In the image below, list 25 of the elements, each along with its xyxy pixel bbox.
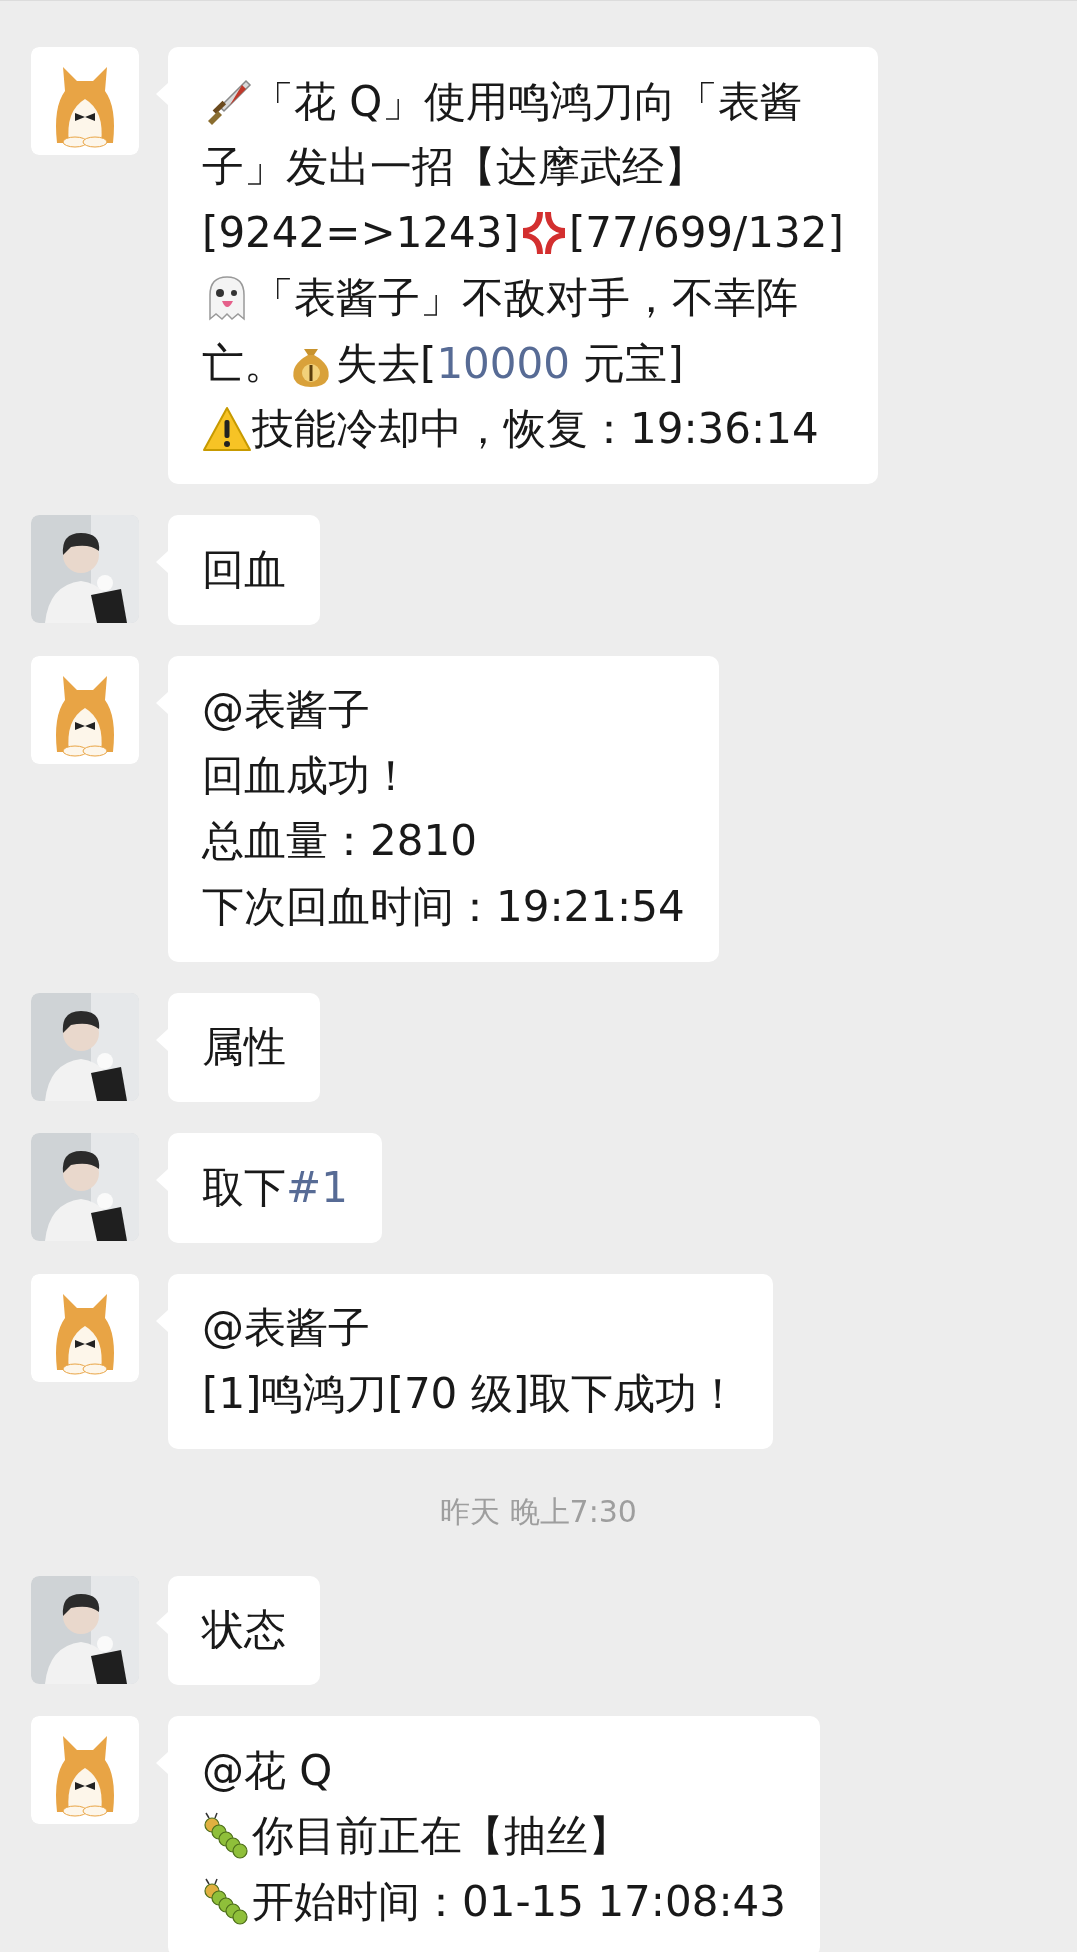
message-text: 失去[ — [336, 338, 437, 389]
message-text: [1]鸣鸿刀[70 级]取下成功！ — [202, 1368, 740, 1419]
message-text: 回血成功！ — [202, 750, 412, 801]
link[interactable]: #1 — [286, 1162, 348, 1213]
message-text: 取下 — [202, 1162, 286, 1213]
timestamp: 昨天 晚上7:30 — [440, 1492, 637, 1531]
message-text: @表酱子 — [202, 685, 370, 736]
message-text: [77/699/132] — [568, 207, 844, 258]
message-text: 技能冷却中，恢复：19:36:14 — [252, 404, 819, 455]
link[interactable]: 10000 — [436, 338, 570, 389]
message-text: @表酱子 — [202, 1303, 370, 1354]
message-text: [9242=>1243] — [202, 207, 519, 258]
message-text: 子」发出一招【达摩武经】 — [202, 142, 706, 193]
message-text: 状态 — [202, 1605, 286, 1656]
message-text: 你目前正在【抽丝】 — [252, 1811, 630, 1862]
message-text: 下次回血时间：19:21:54 — [202, 881, 685, 932]
message-text: 「花 Q」使用鸣鸿刀向「表酱 — [252, 76, 803, 127]
message-text: 元宝] — [582, 338, 684, 389]
message-text: 亡。 — [202, 338, 286, 389]
message-text: 「表酱子」不敌对手，不幸阵 — [252, 273, 798, 324]
message-text: @花 Q — [202, 1745, 333, 1796]
message-text: 回血 — [202, 544, 286, 595]
message-text: 开始时间：01-15 17:08:43 — [252, 1876, 787, 1927]
message-text: 总血量：2810 — [202, 816, 477, 867]
message-text: 属性 — [202, 1022, 286, 1073]
